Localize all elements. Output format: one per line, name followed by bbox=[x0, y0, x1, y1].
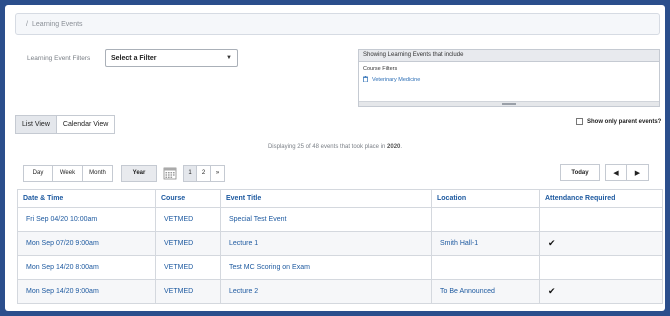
cell-course[interactable]: VETMED bbox=[155, 255, 221, 280]
events-summary: Displaying 25 of 48 events that took pla… bbox=[5, 144, 665, 150]
resize-handle[interactable] bbox=[359, 101, 659, 106]
header-location[interactable]: Location bbox=[431, 189, 540, 208]
header-attendance[interactable]: Attendance Required bbox=[539, 189, 663, 208]
today-button[interactable]: Today bbox=[560, 164, 600, 181]
cell-date[interactable]: Mon Sep 14/20 8:00am bbox=[17, 255, 156, 280]
month-button[interactable]: Month bbox=[83, 164, 113, 182]
cell-location[interactable] bbox=[431, 255, 540, 280]
filter-label: Learning Event Filters bbox=[27, 55, 91, 62]
cell-title[interactable]: Lecture 2 bbox=[220, 279, 432, 304]
summary-year: 2020 bbox=[387, 144, 401, 150]
cell-course[interactable]: VETMED bbox=[155, 279, 221, 304]
range-selector: Day Week Month bbox=[23, 164, 113, 182]
checkmark-icon: ✔ bbox=[539, 279, 663, 304]
parent-events-checkbox[interactable] bbox=[576, 118, 583, 125]
filter-select[interactable]: Select a Filter ▼ bbox=[105, 49, 238, 67]
chevron-down-icon: ▼ bbox=[226, 55, 232, 61]
parent-events-toggle[interactable]: Show only parent events? bbox=[576, 118, 661, 125]
list-view-button[interactable]: List View bbox=[15, 115, 57, 134]
cell-title[interactable]: Special Test Event bbox=[220, 207, 432, 232]
events-table: Date & Time Course Event Title Location … bbox=[17, 189, 663, 304]
pagination: 1 2 » bbox=[183, 164, 225, 182]
table-row[interactable]: Mon Sep 14/20 9:00am VETMED Lecture 2 To… bbox=[17, 279, 663, 304]
view-toggle: List View Calendar View bbox=[15, 115, 116, 134]
cell-date[interactable]: Mon Sep 07/20 9:00am bbox=[17, 231, 156, 256]
calendar-view-button[interactable]: Calendar View bbox=[56, 115, 116, 134]
breadcrumb: / Learning Events bbox=[15, 13, 660, 35]
showing-filters-header: Showing Learning Events that include bbox=[359, 50, 659, 62]
parent-events-label: Show only parent events? bbox=[587, 118, 662, 125]
table-row[interactable]: Mon Sep 14/20 8:00am VETMED Test MC Scor… bbox=[17, 255, 663, 280]
cell-attendance bbox=[539, 207, 663, 232]
day-button[interactable]: Day bbox=[23, 164, 53, 182]
table-row[interactable]: Fri Sep 04/20 10:00am VETMED Special Tes… bbox=[17, 207, 663, 232]
date-nav: ◀ ▶ bbox=[605, 164, 649, 181]
cell-title[interactable]: Test MC Scoring on Exam bbox=[220, 255, 432, 280]
cell-course[interactable]: VETMED bbox=[155, 231, 221, 256]
cell-course[interactable]: VETMED bbox=[155, 207, 221, 232]
next-page-button[interactable]: » bbox=[211, 164, 225, 182]
header-course[interactable]: Course bbox=[155, 189, 221, 208]
summary-suffix: . bbox=[400, 144, 403, 150]
calendar-icon[interactable] bbox=[163, 166, 177, 180]
course-filters-label: Course Filters bbox=[363, 66, 398, 72]
trash-icon[interactable] bbox=[363, 75, 368, 84]
cell-location[interactable]: Smith Hall-1 bbox=[431, 231, 540, 256]
page-1-button[interactable]: 1 bbox=[183, 164, 197, 182]
showing-filters-panel: Showing Learning Events that include Cou… bbox=[358, 49, 660, 107]
table-row[interactable]: Mon Sep 07/20 9:00am VETMED Lecture 1 Sm… bbox=[17, 231, 663, 256]
grip-icon bbox=[502, 103, 516, 105]
next-arrow-icon[interactable]: ▶ bbox=[627, 164, 649, 181]
page-2-button[interactable]: 2 bbox=[197, 164, 211, 182]
course-filter-item[interactable]: Veterinary Medicine bbox=[359, 72, 659, 84]
header-event-title[interactable]: Event Title bbox=[220, 189, 432, 208]
year-button[interactable]: Year bbox=[121, 164, 157, 182]
main-panel: / Learning Events Learning Event Filters… bbox=[5, 5, 665, 311]
cell-date[interactable]: Mon Sep 14/20 9:00am bbox=[17, 279, 156, 304]
cell-title[interactable]: Lecture 1 bbox=[220, 231, 432, 256]
previous-arrow-icon[interactable]: ◀ bbox=[605, 164, 627, 181]
checkmark-icon: ✔ bbox=[539, 231, 663, 256]
cell-attendance bbox=[539, 255, 663, 280]
range-toolbar: Day Week Month Year 1 2 » bbox=[23, 164, 225, 182]
filter-select-value: Select a Filter bbox=[111, 54, 157, 62]
breadcrumb-separator: / bbox=[26, 20, 28, 28]
table-header-row: Date & Time Course Event Title Location … bbox=[17, 189, 663, 208]
header-date-time[interactable]: Date & Time bbox=[17, 189, 156, 208]
week-button[interactable]: Week bbox=[53, 164, 83, 182]
cell-date[interactable]: Fri Sep 04/20 10:00am bbox=[17, 207, 156, 232]
course-filter-label: Veterinary Medicine bbox=[372, 77, 421, 83]
summary-prefix: Displaying 25 of 48 events that took pla… bbox=[267, 144, 386, 150]
cell-location[interactable]: To Be Announced bbox=[431, 279, 540, 304]
cell-location[interactable] bbox=[431, 207, 540, 232]
breadcrumb-current[interactable]: Learning Events bbox=[32, 21, 83, 28]
